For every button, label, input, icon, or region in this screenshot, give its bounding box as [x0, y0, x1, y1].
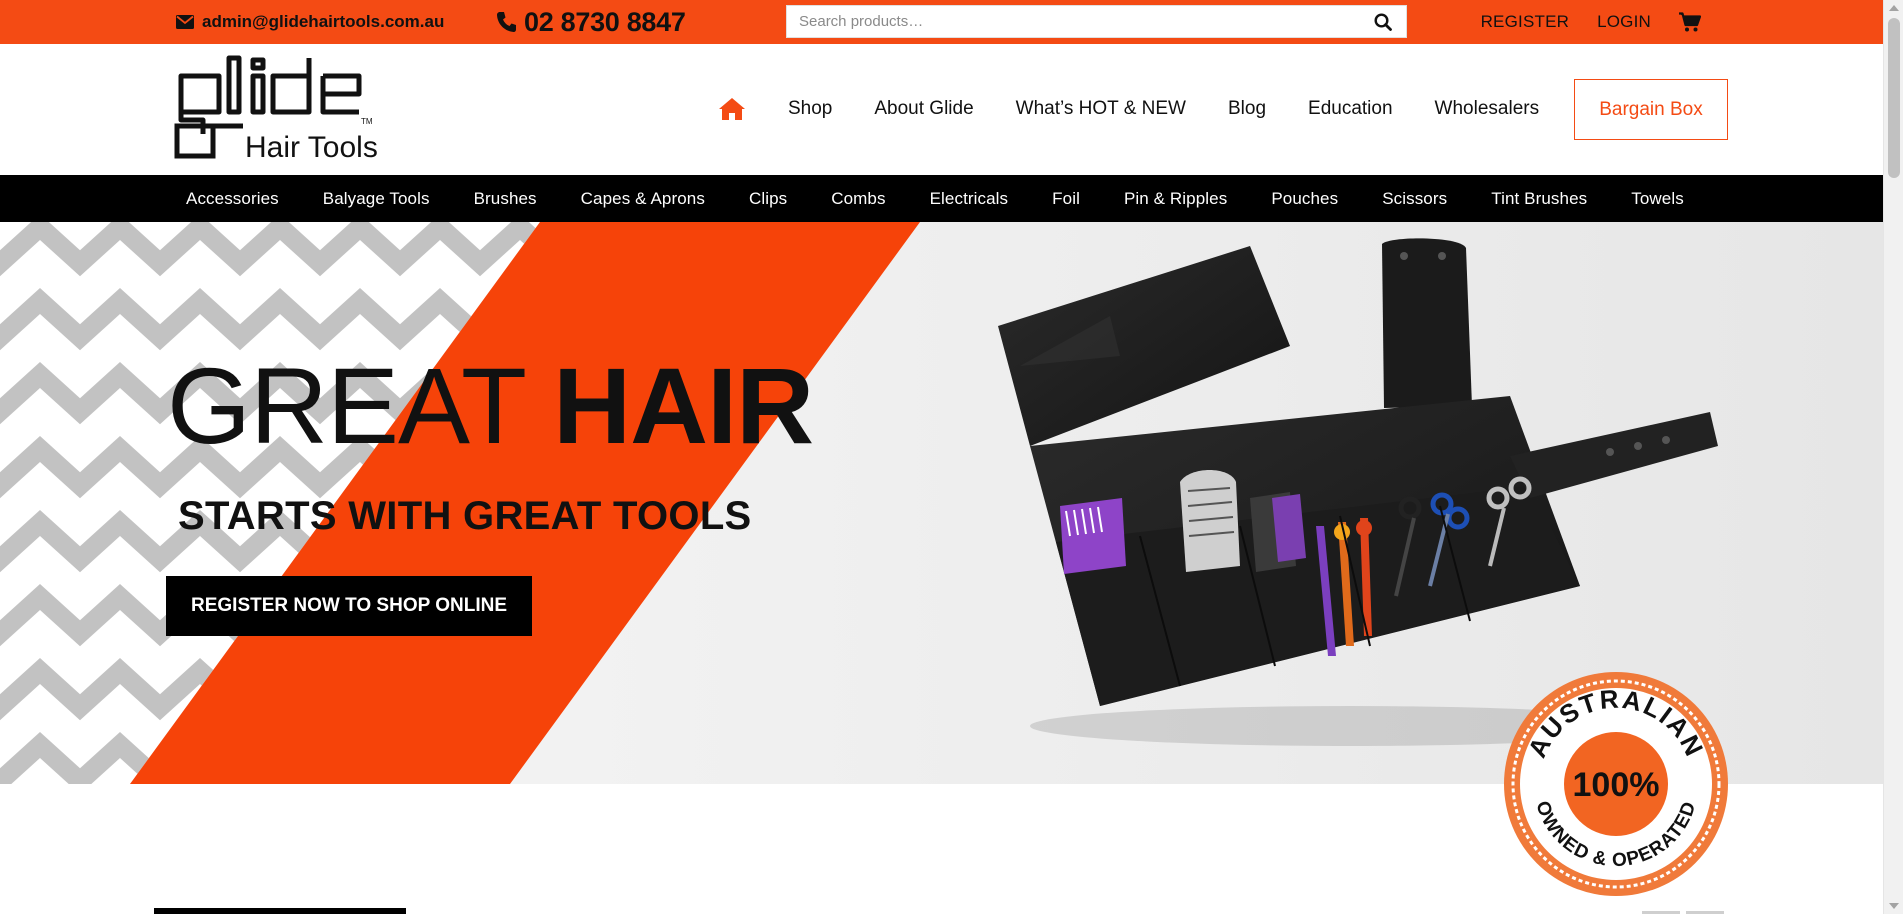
hero-title-light: GREAT	[167, 345, 554, 466]
nav-blog[interactable]: Blog	[1207, 98, 1287, 120]
main-nav: Shop About Glide What’s HOT & NEW Blog E…	[714, 79, 1560, 139]
search-icon	[1374, 12, 1392, 31]
logo-tagline: Hair Tools	[245, 131, 378, 162]
category-clips[interactable]: Clips	[727, 189, 809, 209]
category-foil[interactable]: Foil	[1030, 189, 1102, 209]
scrollbar-thumb[interactable]	[1888, 18, 1900, 178]
hero-title-bold: HAIR	[553, 345, 814, 466]
contact-phone-text[interactable]: 02 8730 8847	[524, 7, 686, 38]
scroll-up-arrow[interactable]	[1889, 5, 1899, 11]
category-pin-ripples[interactable]: Pin & Ripples	[1102, 189, 1249, 209]
category-towels[interactable]: Towels	[1609, 189, 1706, 209]
section-heading-bar	[154, 908, 406, 914]
cart-icon	[1679, 12, 1701, 32]
home-icon	[719, 98, 745, 120]
account-links: REGISTER LOGIN	[1481, 0, 1701, 44]
site-header: TM Hair Tools Shop About Glide What’s HO…	[0, 44, 1883, 175]
category-pouches[interactable]: Pouches	[1249, 189, 1360, 209]
nav-wholesalers[interactable]: Wholesalers	[1414, 98, 1561, 120]
nav-home[interactable]	[714, 97, 767, 121]
category-balyage-tools[interactable]: Balyage Tools	[301, 189, 452, 209]
nav-whats-hot-new[interactable]: What’s HOT & NEW	[995, 98, 1207, 120]
badge-center-text: 100%	[1573, 766, 1660, 804]
australian-owned-badge: AUSTRALIAN OWNED & OPERATED 100%	[1504, 672, 1728, 896]
category-tint-brushes[interactable]: Tint Brushes	[1469, 189, 1609, 209]
contact-email-text[interactable]: admin@glidehairtools.com.au	[202, 12, 444, 32]
bargain-box-button[interactable]: Bargain Box	[1574, 79, 1728, 140]
top-bar: admin@glidehairtools.com.au 02 8730 8847…	[0, 0, 1883, 44]
search-input[interactable]	[787, 6, 1360, 37]
search-button[interactable]	[1360, 6, 1406, 37]
nav-about-glide[interactable]: About Glide	[853, 98, 994, 120]
category-accessories[interactable]: Accessories	[164, 189, 301, 209]
category-capes-aprons[interactable]: Capes & Aprons	[559, 189, 727, 209]
contact-phone[interactable]: 02 8730 8847	[496, 7, 686, 37]
glide-logo-mark: TM Hair Tools	[174, 55, 378, 164]
category-scissors[interactable]: Scissors	[1360, 189, 1469, 209]
search-bar	[786, 5, 1407, 38]
logo-tm: TM	[361, 117, 373, 126]
category-electricals[interactable]: Electricals	[908, 189, 1031, 209]
register-cta-button[interactable]: REGISTER NOW TO SHOP ONLINE	[166, 576, 532, 636]
envelope-icon	[176, 15, 194, 29]
category-brushes[interactable]: Brushes	[452, 189, 559, 209]
cart-button[interactable]	[1679, 12, 1701, 32]
phone-icon	[497, 12, 516, 32]
register-link[interactable]: REGISTER	[1481, 12, 1570, 32]
contact-email[interactable]: admin@glidehairtools.com.au	[176, 11, 444, 33]
hero-subtitle: STARTS WITH GREAT TOOLS	[178, 494, 752, 538]
glide-logo[interactable]: TM Hair Tools	[173, 54, 413, 164]
nav-education[interactable]: Education	[1287, 98, 1414, 120]
page-scrollbar[interactable]	[1883, 0, 1903, 914]
scroll-down-arrow[interactable]	[1889, 903, 1899, 909]
hero-title: GREAT HAIR	[167, 352, 814, 460]
nav-shop[interactable]: Shop	[767, 98, 853, 120]
login-link[interactable]: LOGIN	[1597, 12, 1651, 32]
category-bar: Accessories Balyage Tools Brushes Capes …	[0, 175, 1883, 222]
category-combs[interactable]: Combs	[809, 189, 907, 209]
